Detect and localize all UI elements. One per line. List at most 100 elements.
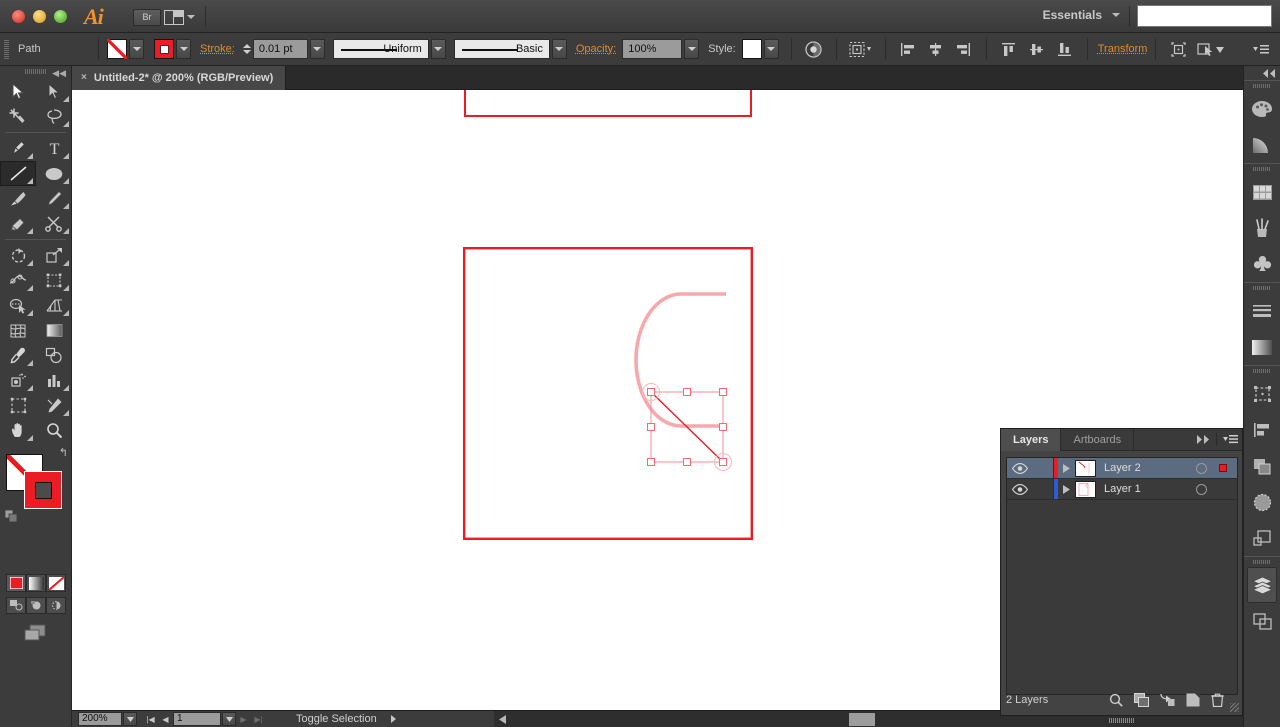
stroke-profile-dropdown[interactable]: [430, 39, 446, 59]
artboard-number-input[interactable]: 1: [173, 712, 221, 726]
tab-artboards[interactable]: Artboards: [1061, 428, 1135, 451]
maximize-window-button[interactable]: [54, 10, 67, 23]
layer-disclosure-triangle[interactable]: [1058, 463, 1075, 473]
symbols-panel-icon[interactable]: [1244, 246, 1280, 282]
graphic-style-dropdown[interactable]: [763, 39, 779, 59]
panel-resize-handle[interactable]: [1230, 703, 1239, 712]
dock-group-grip[interactable]: [1244, 81, 1280, 91]
paintbrush-tool[interactable]: [0, 186, 36, 211]
change-screen-mode-button[interactable]: [24, 624, 48, 642]
swatches-panel-icon[interactable]: [1244, 174, 1280, 210]
gradient-panel-icon[interactable]: [1244, 329, 1280, 365]
document-tab[interactable]: × Untitled-2* @ 200% (RGB/Preview): [72, 65, 287, 90]
type-tool[interactable]: T: [36, 136, 72, 161]
layer-visibility-toggle[interactable]: [1007, 462, 1033, 474]
line-segment-tool[interactable]: [0, 161, 36, 186]
fill-swatch-dropdown[interactable]: [129, 39, 144, 59]
workspace-switcher[interactable]: Essentials: [1043, 8, 1120, 22]
selection-tool[interactable]: [0, 79, 36, 104]
select-similar-icon[interactable]: [1196, 39, 1225, 59]
align-panel-icon[interactable]: [1244, 412, 1280, 448]
pencil-tool[interactable]: [36, 186, 72, 211]
align-bottom-icon[interactable]: [1055, 39, 1075, 59]
hand-tool[interactable]: [0, 418, 36, 443]
next-artboard-button[interactable]: ▶: [236, 712, 251, 726]
stroke-swatch[interactable]: [24, 471, 62, 509]
layer-disclosure-triangle[interactable]: [1058, 484, 1075, 494]
swap-fill-stroke-icon[interactable]: ↰: [59, 446, 68, 459]
panel-menu-icon[interactable]: [1251, 39, 1271, 59]
stroke-swatch-dropdown[interactable]: [176, 39, 191, 59]
table-row[interactable]: Layer 1: [1007, 479, 1237, 500]
appearance-panel-icon[interactable]: [1244, 520, 1280, 556]
align-left-icon[interactable]: [898, 39, 918, 59]
ellipse-tool[interactable]: [36, 161, 72, 186]
close-icon[interactable]: ×: [81, 72, 87, 83]
perspective-grid-tool[interactable]: [36, 293, 72, 318]
layer-target-indicator[interactable]: [1196, 462, 1207, 474]
arrange-documents-button[interactable]: [164, 8, 200, 26]
mesh-tool[interactable]: [0, 318, 36, 343]
stroke-weight-input[interactable]: 0.01 pt: [252, 39, 308, 59]
dock-group-grip[interactable]: [1244, 366, 1280, 376]
table-row[interactable]: Layer 2: [1007, 458, 1237, 479]
rotate-tool[interactable]: [0, 243, 36, 268]
status-menu-icon[interactable]: [390, 715, 396, 723]
expand-panels-button[interactable]: [1244, 66, 1280, 80]
brushes-panel-icon[interactable]: [1244, 210, 1280, 246]
first-artboard-button[interactable]: |◀: [143, 712, 158, 726]
stroke-weight-label[interactable]: Stroke:: [200, 43, 235, 55]
align-right-icon[interactable]: [954, 39, 974, 59]
transform-panel-icon[interactable]: [1244, 376, 1280, 412]
width-tool[interactable]: [0, 268, 36, 293]
blend-tool[interactable]: [36, 343, 72, 368]
pathfinder-panel-icon[interactable]: [1244, 448, 1280, 484]
create-new-layer-icon[interactable]: [1186, 693, 1200, 707]
delete-selection-icon[interactable]: [1211, 693, 1224, 707]
layer-name[interactable]: Layer 1: [1104, 483, 1141, 495]
layer-name[interactable]: Layer 2: [1104, 462, 1141, 474]
go-to-bridge-button[interactable]: Br: [133, 9, 161, 26]
magic-wand-tool[interactable]: [0, 104, 36, 129]
direct-selection-tool[interactable]: [36, 79, 72, 104]
dock-group-grip[interactable]: [1244, 557, 1280, 567]
align-center-vertical-icon[interactable]: [1027, 39, 1047, 59]
stroke-weight-dropdown[interactable]: [309, 39, 325, 59]
isolate-selected-icon[interactable]: [849, 39, 873, 59]
horizontal-scroll-thumb[interactable]: [849, 713, 875, 726]
slice-tool[interactable]: [36, 393, 72, 418]
zoom-level-dropdown[interactable]: [123, 712, 137, 726]
scroll-left-arrow[interactable]: [496, 713, 509, 726]
shape-builder-tool[interactable]: [0, 293, 36, 318]
layer-lock-toggle[interactable]: [1033, 458, 1054, 478]
layer-selection-indicator[interactable]: [1219, 464, 1227, 472]
stroke-profile-select[interactable]: Uniform: [332, 39, 429, 59]
scissors-tool[interactable]: [36, 211, 72, 236]
color-fill-mode[interactable]: [6, 574, 26, 592]
color-guide-panel-icon[interactable]: [1244, 127, 1280, 163]
artboard-number-dropdown[interactable]: [222, 712, 236, 726]
search-input[interactable]: [1137, 5, 1272, 27]
draw-normal-mode[interactable]: [6, 597, 26, 614]
opacity-input[interactable]: 100%: [622, 39, 683, 59]
default-fill-stroke-icon[interactable]: [5, 510, 18, 523]
lasso-tool[interactable]: [36, 104, 72, 129]
collapse-tools-icon[interactable]: ◀◀: [52, 68, 66, 79]
layer-target-indicator[interactable]: [1196, 483, 1207, 495]
control-bar-grip[interactable]: [4, 39, 9, 59]
make-clipping-mask-icon[interactable]: [1134, 693, 1149, 707]
collapse-panel-icon[interactable]: [1196, 435, 1210, 444]
align-top-icon[interactable]: [999, 39, 1019, 59]
column-graph-tool[interactable]: [36, 368, 72, 393]
stroke-panel-icon[interactable]: [1244, 293, 1280, 329]
dock-group-grip[interactable]: [1244, 283, 1280, 293]
stroke-weight-stepper[interactable]: [241, 39, 253, 59]
transparency-panel-icon[interactable]: [1244, 484, 1280, 520]
layer-visibility-toggle[interactable]: [1007, 483, 1033, 495]
graphic-style-swatch[interactable]: [741, 39, 762, 59]
free-transform-tool[interactable]: [36, 268, 72, 293]
scale-tool[interactable]: [36, 243, 72, 268]
draw-inside-mode[interactable]: [46, 597, 66, 614]
blob-brush-tool[interactable]: [0, 211, 36, 236]
align-center-horizontal-icon[interactable]: [926, 39, 946, 59]
